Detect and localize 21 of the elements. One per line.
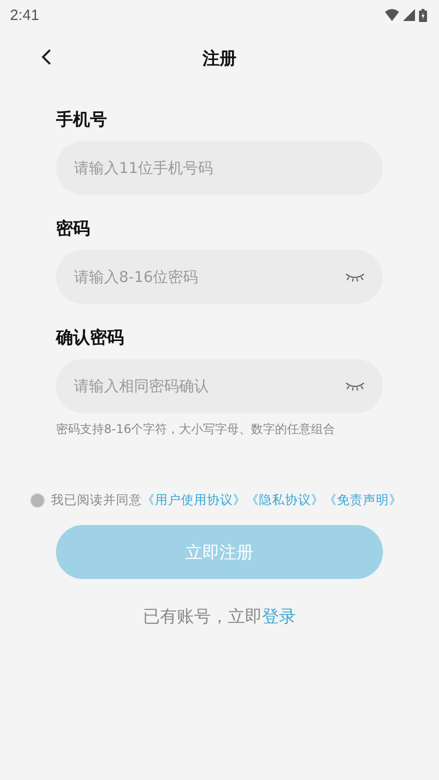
agree-checkbox[interactable] (30, 493, 45, 508)
login-prompt: 已有账号，立即 (143, 607, 262, 627)
password-field[interactable]: 请输入相同密码确认 (56, 359, 383, 413)
agreement-link[interactable]: 《免责声明》 (324, 492, 402, 509)
status-time: 2:41 (10, 6, 40, 24)
agreement-text: 我已阅读并同意 (51, 492, 142, 509)
agreement-link[interactable]: 《隐私协议》 (246, 492, 324, 509)
page-title: 注册 (202, 48, 236, 70)
agreement-link[interactable]: 《用户使用协议》 (142, 492, 246, 509)
phone-field[interactable]: 请输入11位手机号码 (56, 141, 383, 195)
eye-closed-icon[interactable] (345, 272, 365, 282)
signal-icon (403, 9, 415, 21)
password-hint: 密码支持8-16个字符，大小写字母、数字的任意组合 (56, 421, 336, 438)
password-field[interactable]: 请输入8-16位密码 (56, 250, 383, 304)
login-link[interactable]: 登录 (262, 607, 296, 627)
field-label: 确认密码 (56, 327, 125, 349)
wifi-icon (385, 9, 399, 21)
battery-icon (419, 8, 427, 22)
field-label: 手机号 (56, 109, 108, 131)
field-label: 密码 (56, 218, 91, 240)
eye-closed-icon[interactable] (345, 381, 365, 391)
